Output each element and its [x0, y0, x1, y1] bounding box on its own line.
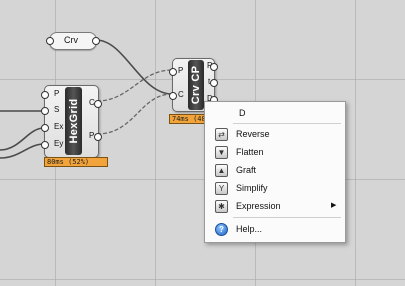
input-grip[interactable]	[46, 37, 54, 45]
wire-left-3	[0, 143, 45, 159]
crv-param-node[interactable]: Crv	[46, 32, 100, 50]
output-grip-t[interactable]	[210, 79, 218, 87]
menu-item-label: Simplify	[236, 183, 268, 193]
menu-item-flatten[interactable]: ▼ Flatten	[205, 143, 345, 161]
menu-header-d: D	[205, 104, 345, 122]
expression-icon: ✱	[215, 200, 228, 213]
hexgrid-component[interactable]: P S Ex Ey HexGrid C P	[41, 85, 102, 158]
wire-hexgrid-p-to-crvcp	[96, 93, 173, 135]
simplify-icon: Y	[215, 182, 228, 195]
output-grip-p[interactable]	[210, 63, 218, 71]
menu-item-label: Expression	[236, 201, 281, 211]
menu-item-help[interactable]: ? Help...	[205, 220, 345, 238]
output-grip-c[interactable]	[94, 100, 102, 108]
component-core[interactable]: HexGrid	[65, 87, 82, 155]
input-label-ey: Ey	[54, 139, 64, 148]
wire-hexgrid-c-to-crvcp	[96, 69, 173, 102]
output-context-menu: D ⇄ Reverse ▼ Flatten ▲ Graft Y Simplify…	[204, 101, 346, 243]
output-grip-p[interactable]	[94, 133, 102, 141]
input-label-p: P	[54, 89, 60, 98]
input-grip-s[interactable]	[41, 107, 49, 115]
input-label-s: S	[54, 105, 60, 114]
output-grip[interactable]	[92, 37, 100, 45]
menu-separator	[233, 123, 341, 124]
input-label-c: C	[178, 90, 184, 99]
component-title: Crv CP	[190, 65, 202, 105]
input-grip-p[interactable]	[41, 91, 49, 99]
input-grip-ey[interactable]	[41, 141, 49, 149]
menu-separator	[233, 217, 341, 218]
menu-item-expression[interactable]: ✱ Expression ▶	[205, 197, 345, 215]
param-label: Crv	[64, 35, 78, 45]
reverse-icon: ⇄	[215, 128, 228, 141]
menu-item-label: Reverse	[236, 129, 270, 139]
flatten-icon: ▼	[215, 146, 228, 159]
input-grip-c[interactable]	[169, 92, 177, 100]
input-grip-p[interactable]	[169, 68, 177, 76]
input-label-p: P	[178, 66, 184, 75]
menu-item-simplify[interactable]: Y Simplify	[205, 179, 345, 197]
wire-crv-to-crvcp	[95, 39, 173, 95]
submenu-arrow-icon: ▶	[331, 202, 337, 209]
help-icon: ?	[215, 223, 228, 236]
component-core[interactable]: Crv CP	[188, 60, 204, 110]
input-grip-ex[interactable]	[41, 124, 49, 132]
menu-item-label: Help...	[236, 224, 263, 234]
menu-item-reverse[interactable]: ⇄ Reverse	[205, 125, 345, 143]
menu-item-label: Graft	[236, 165, 257, 175]
input-label-ex: Ex	[54, 122, 64, 131]
hexgrid-timing: 80ms (52%)	[44, 157, 108, 167]
menu-item-graft[interactable]: ▲ Graft	[205, 161, 345, 179]
graft-icon: ▲	[215, 164, 228, 177]
component-title: HexGrid	[67, 98, 80, 144]
crvcp-timing: 74ms (48	[169, 114, 205, 124]
wire-left-2	[0, 127, 45, 151]
menu-header-label: D	[239, 108, 246, 118]
menu-item-label: Flatten	[236, 147, 264, 157]
